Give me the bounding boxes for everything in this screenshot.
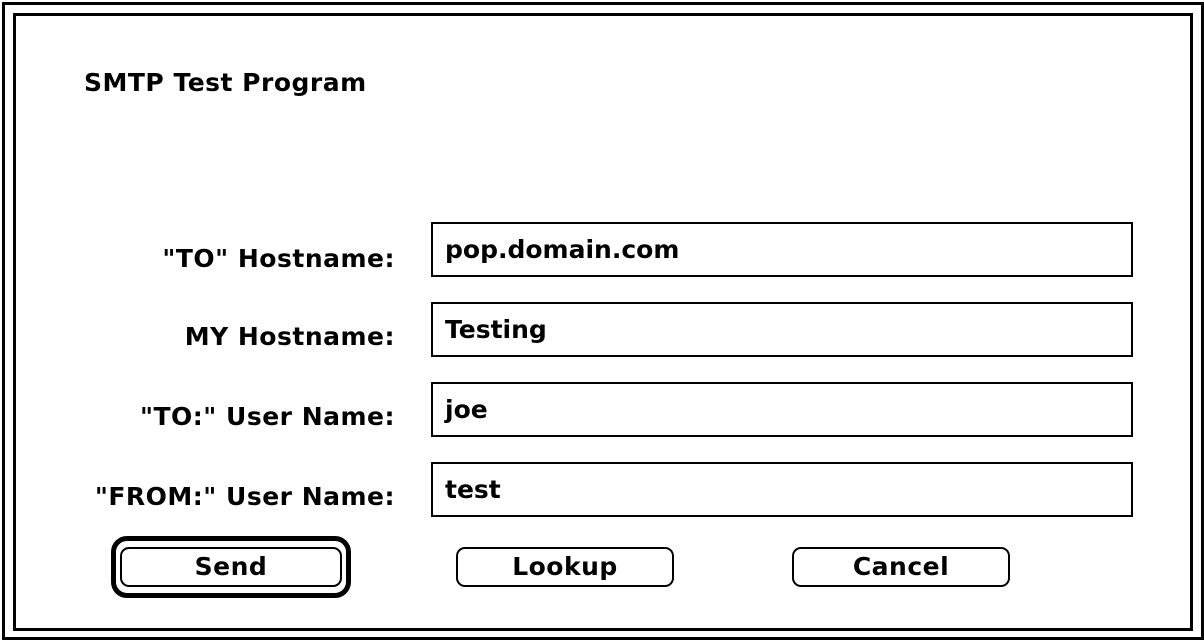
lookup-button[interactable]: Lookup xyxy=(456,547,674,587)
dialog-content: SMTP Test Program "TO" Hostname: pop.dom… xyxy=(13,13,1193,631)
dialog-title: SMTP Test Program xyxy=(84,68,367,97)
from-user-name-field[interactable]: test xyxy=(431,462,1133,517)
to-hostname-label: "TO" Hostname: xyxy=(162,244,395,273)
to-hostname-field[interactable]: pop.domain.com xyxy=(431,222,1133,277)
to-user-name-field[interactable]: joe xyxy=(431,382,1133,437)
my-hostname-label: MY Hostname: xyxy=(184,322,395,351)
from-user-name-label: "FROM:" User Name: xyxy=(94,482,395,511)
my-hostname-field[interactable]: Testing xyxy=(431,302,1133,357)
dialog-window: SMTP Test Program "TO" Hostname: pop.dom… xyxy=(2,2,1204,640)
to-user-name-label: "TO:" User Name: xyxy=(139,402,395,431)
send-button[interactable]: Send xyxy=(120,547,342,587)
cancel-button[interactable]: Cancel xyxy=(792,547,1010,587)
